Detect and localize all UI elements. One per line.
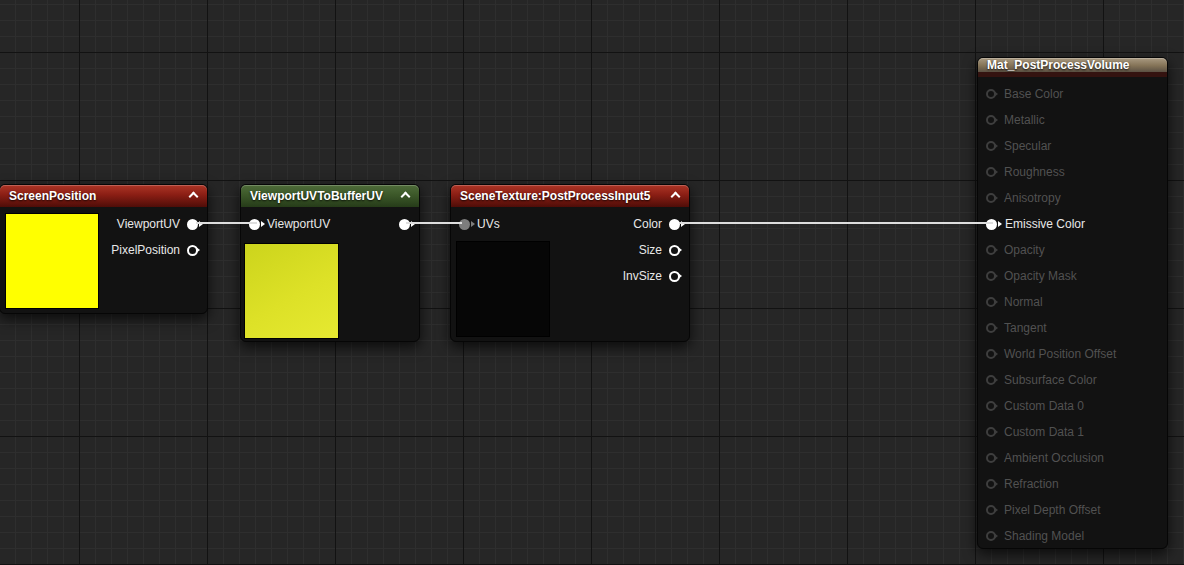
preview-swatch-yellowgreen xyxy=(244,243,339,339)
input-pin-ambient-occlusion[interactable] xyxy=(986,453,996,463)
output-pin-result[interactable] xyxy=(399,219,410,230)
node-viewportuvtobufferuv-header[interactable]: ViewportUVToBufferUV xyxy=(241,185,419,207)
pin-row-custom-data-0: Custom Data 0 xyxy=(978,393,1167,419)
wire-viewportuvtobufferuv-to-scenetexture[interactable] xyxy=(406,222,462,224)
pin-label: Tangent xyxy=(1004,321,1047,335)
pin-label: Custom Data 0 xyxy=(1004,399,1084,413)
node-scenetexture-header[interactable]: SceneTexture:PostProcessInput5 xyxy=(451,185,689,207)
pin-label: Opacity xyxy=(1004,243,1045,257)
chevron-up-icon[interactable] xyxy=(189,192,199,202)
node-scenetexture-postprocessinput5[interactable]: SceneTexture:PostProcessInput5 UVs Color xyxy=(450,184,690,342)
pin-label: Subsurface Color xyxy=(1004,373,1097,387)
pin-row-roughness: Roughness xyxy=(978,159,1167,185)
pin-label: World Position Offset xyxy=(1004,347,1116,361)
node-viewportuvtobufferuv[interactable]: ViewportUVToBufferUV ViewportUV xyxy=(240,184,420,342)
input-pin-subsurface-color[interactable] xyxy=(986,375,996,385)
pin-row-refraction: Refraction xyxy=(978,471,1167,497)
input-pin-metallic[interactable] xyxy=(986,115,996,125)
input-pin-pixel-depth-offset[interactable] xyxy=(986,505,996,515)
pin-label: Ambient Occlusion xyxy=(1004,451,1104,465)
preview-swatch-yellow xyxy=(5,213,99,309)
pin-row-ambient-occlusion: Ambient Occlusion xyxy=(978,445,1167,471)
pin-label: Normal xyxy=(1004,295,1043,309)
node-body: UVs Color Size InvSize xyxy=(451,207,689,289)
pin-row-world-position-offset: World Position Offset xyxy=(978,341,1167,367)
pin-label: Specular xyxy=(1004,139,1051,153)
pin-label: Opacity Mask xyxy=(1004,269,1077,283)
pin-label: Shading Model xyxy=(1004,529,1084,543)
input-pin-custom-data-0[interactable] xyxy=(986,401,996,411)
pin-label: Refraction xyxy=(1004,477,1059,491)
node-title: ViewportUVToBufferUV xyxy=(250,189,383,203)
input-pin-viewportuv[interactable] xyxy=(249,219,260,230)
pin-label: InvSize xyxy=(623,269,662,283)
input-pin-anisotropy[interactable] xyxy=(986,193,996,203)
pin-label: Metallic xyxy=(1004,113,1045,127)
preview-swatch-black xyxy=(456,241,550,337)
chevron-up-icon[interactable] xyxy=(401,192,411,202)
input-pin-roughness[interactable] xyxy=(986,167,996,177)
pin-row-viewportuv: ViewportUV xyxy=(241,211,419,237)
pin-label: PixelPosition xyxy=(111,243,180,257)
pin-row-base-color: Base Color xyxy=(978,81,1167,107)
input-pin-emissive-color[interactable] xyxy=(986,219,997,230)
pin-row-uvs-color: UVs Color xyxy=(451,211,689,237)
pin-row-normal: Normal xyxy=(978,289,1167,315)
output-pin-viewportuv[interactable] xyxy=(187,219,198,230)
input-pin-base-color[interactable] xyxy=(986,89,996,99)
pin-label: Base Color xyxy=(1004,87,1063,101)
wire-screenposition-to-viewportuvtobufferuv[interactable] xyxy=(196,222,257,224)
input-pin-uvs[interactable] xyxy=(459,219,470,230)
output-pin-size[interactable] xyxy=(669,245,680,256)
material-graph-canvas[interactable]: ScreenPosition ViewportUV PixelPosition … xyxy=(0,0,1184,565)
pin-row-tangent: Tangent xyxy=(978,315,1167,341)
chevron-up-icon[interactable] xyxy=(671,192,681,202)
pin-label: UVs xyxy=(477,217,500,231)
pin-label: Emissive Color xyxy=(1005,217,1085,231)
pin-row-subsurface-color: Subsurface Color xyxy=(978,367,1167,393)
pin-row-opacity: Opacity xyxy=(978,237,1167,263)
pin-label: Color xyxy=(633,217,662,231)
output-pin-invsize[interactable] xyxy=(669,271,680,282)
pin-row-anisotropy: Anisotropy xyxy=(978,185,1167,211)
pin-row-custom-data-1: Custom Data 1 xyxy=(978,419,1167,445)
node-title: SceneTexture:PostProcessInput5 xyxy=(460,189,651,203)
pin-label: Custom Data 1 xyxy=(1004,425,1084,439)
node-screenposition[interactable]: ScreenPosition ViewportUV PixelPosition xyxy=(0,184,208,314)
pin-row-emissive-color: Emissive Color xyxy=(978,211,1167,237)
input-pin-world-position-offset[interactable] xyxy=(986,349,996,359)
node-mat-header[interactable]: Mat_PostProcessVolume xyxy=(978,58,1167,77)
pin-row-opacity-mask: Opacity Mask xyxy=(978,263,1167,289)
node-screenposition-header[interactable]: ScreenPosition xyxy=(0,185,207,207)
output-pin-pixelposition[interactable] xyxy=(187,245,198,256)
pin-label: ViewportUV xyxy=(117,217,180,231)
input-pin-normal[interactable] xyxy=(986,297,996,307)
wire-scenetexture-color-to-emissive[interactable] xyxy=(679,222,993,224)
pin-label: ViewportUV xyxy=(267,217,330,231)
input-pin-opacity-mask[interactable] xyxy=(986,271,996,281)
node-body: ViewportUV xyxy=(241,207,419,237)
pin-row-specular: Specular xyxy=(978,133,1167,159)
pin-label: Pixel Depth Offset xyxy=(1004,503,1101,517)
input-pin-tangent[interactable] xyxy=(986,323,996,333)
output-pin-color[interactable] xyxy=(669,219,680,230)
input-pin-refraction[interactable] xyxy=(986,479,996,489)
pin-row-shading-model: Shading Model xyxy=(978,523,1167,549)
pin-row-metallic: Metallic xyxy=(978,107,1167,133)
node-body: ViewportUV PixelPosition xyxy=(0,207,207,263)
node-body: Base Color Metallic Specular Roughness A… xyxy=(978,77,1167,549)
node-title: ScreenPosition xyxy=(9,189,96,203)
pin-label: Roughness xyxy=(1004,165,1065,179)
input-pin-custom-data-1[interactable] xyxy=(986,427,996,437)
node-mat-postprocessvolume[interactable]: Mat_PostProcessVolume Base Color Metalli… xyxy=(977,57,1168,549)
input-pin-shading-model[interactable] xyxy=(986,531,996,541)
pin-label: Size xyxy=(639,243,662,257)
pin-label: Anisotropy xyxy=(1004,191,1061,205)
pin-row-pixel-depth-offset: Pixel Depth Offset xyxy=(978,497,1167,523)
node-title: Mat_PostProcessVolume xyxy=(987,58,1130,72)
input-pin-specular[interactable] xyxy=(986,141,996,151)
input-pin-opacity[interactable] xyxy=(986,245,996,255)
